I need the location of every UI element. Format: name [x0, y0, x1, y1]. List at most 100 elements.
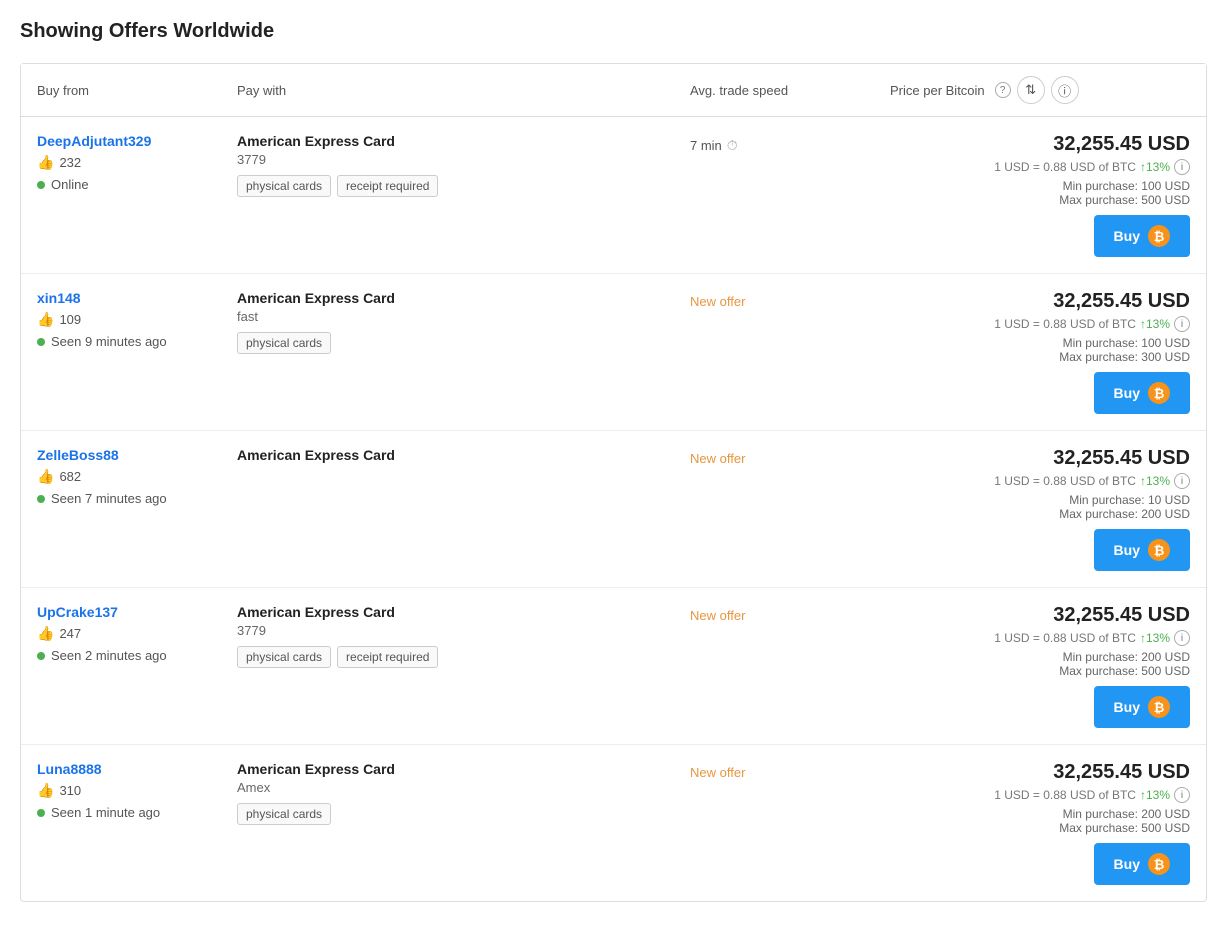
pay-with-col: American Express Card3779physical cardsr…: [237, 604, 690, 668]
seller-likes: 👍682: [37, 468, 237, 485]
min-purchase: Min purchase: 10 USD: [890, 493, 1190, 507]
offers-container: DeepAdjutant329👍232OnlineAmerican Expres…: [21, 117, 1206, 901]
seller-status: Seen 2 minutes ago: [37, 648, 237, 663]
seller-name[interactable]: xin148: [37, 290, 81, 306]
price-help-icon[interactable]: ?: [995, 82, 1011, 98]
purchase-limits: Min purchase: 200 USDMax purchase: 500 U…: [890, 807, 1190, 835]
pay-tag: physical cards: [237, 175, 331, 197]
table-row: xin148👍109Seen 9 minutes agoAmerican Exp…: [21, 274, 1206, 431]
price-amount: 32,255.45 USD: [890, 290, 1190, 313]
new-offer-badge: New offer: [690, 294, 890, 309]
seller-col: xin148👍109Seen 9 minutes ago: [37, 290, 237, 349]
rate-text: 1 USD = 0.88 USD of BTC: [994, 317, 1136, 331]
price-amount: 32,255.45 USD: [890, 447, 1190, 470]
table-row: Luna8888👍310Seen 1 minute agoAmerican Ex…: [21, 745, 1206, 901]
buy-button[interactable]: Buy₿: [1094, 372, 1190, 414]
seller-name[interactable]: Luna8888: [37, 761, 102, 777]
max-purchase: Max purchase: 500 USD: [890, 193, 1190, 207]
rate-info-icon[interactable]: i: [1174, 159, 1190, 175]
rate-text: 1 USD = 0.88 USD of BTC: [994, 631, 1136, 645]
header-buy-from: Buy from: [37, 83, 237, 98]
btc-icon: ₿: [1148, 696, 1170, 718]
status-text: Seen 1 minute ago: [51, 805, 160, 820]
pay-method: American Express Card: [237, 133, 690, 149]
seller-status: Seen 9 minutes ago: [37, 334, 237, 349]
thumb-icon: 👍: [37, 625, 54, 642]
buy-button[interactable]: Buy₿: [1094, 529, 1190, 571]
thumb-icon: 👍: [37, 154, 54, 171]
likes-count: 247: [59, 626, 81, 641]
pay-tags: physical cards: [237, 803, 690, 825]
seller-name[interactable]: UpCrake137: [37, 604, 118, 620]
price-col: 32,255.45 USD1 USD = 0.88 USD of BTC↑13%…: [890, 761, 1190, 885]
price-rate: 1 USD = 0.88 USD of BTC ↑13% i: [890, 316, 1190, 332]
status-dot: [37, 495, 45, 503]
rate-info-icon[interactable]: i: [1174, 316, 1190, 332]
buy-row: Buy₿: [890, 372, 1190, 414]
pay-method: American Express Card: [237, 604, 690, 620]
pay-description: 3779: [237, 152, 690, 167]
btc-icon: ₿: [1148, 539, 1170, 561]
likes-count: 682: [59, 469, 81, 484]
price-change: ↑13%: [1140, 631, 1170, 645]
buy-row: Buy₿: [890, 215, 1190, 257]
new-offer-badge: New offer: [690, 608, 890, 623]
sort-icon[interactable]: ⇅: [1017, 76, 1045, 104]
max-purchase: Max purchase: 500 USD: [890, 664, 1190, 678]
btc-icon: ₿: [1148, 382, 1170, 404]
pay-tag: physical cards: [237, 332, 331, 354]
new-offer-badge: New offer: [690, 765, 890, 780]
price-amount: 32,255.45 USD: [890, 133, 1190, 156]
buy-button[interactable]: Buy₿: [1094, 215, 1190, 257]
pay-description: Amex: [237, 780, 690, 795]
buy-row: Buy₿: [890, 529, 1190, 571]
seller-status: Online: [37, 177, 237, 192]
price-change: ↑13%: [1140, 474, 1170, 488]
purchase-limits: Min purchase: 100 USDMax purchase: 300 U…: [890, 336, 1190, 364]
price-amount: 32,255.45 USD: [890, 604, 1190, 627]
table-row: DeepAdjutant329👍232OnlineAmerican Expres…: [21, 117, 1206, 274]
page-title: Showing Offers Worldwide: [20, 20, 1207, 43]
pay-tag: receipt required: [337, 646, 438, 668]
seller-likes: 👍 247: [37, 625, 237, 642]
rate-info-icon[interactable]: i: [1174, 787, 1190, 803]
seller-name[interactable]: ZelleBoss88: [37, 447, 119, 463]
min-purchase: Min purchase: 200 USD: [890, 650, 1190, 664]
thumb-icon: 👍: [37, 782, 54, 799]
pay-method: American Express Card: [237, 761, 690, 777]
status-text: Seen 9 minutes ago: [51, 334, 167, 349]
clock-icon: ⏱: [727, 137, 738, 154]
header-pay-with: Pay with: [237, 83, 690, 98]
price-change: ↑13%: [1140, 788, 1170, 802]
trade-speed: 7 min⏱: [690, 137, 890, 154]
btc-icon: ₿: [1148, 225, 1170, 247]
price-col: 32,255.45 USD 1 USD = 0.88 USD of BTC ↑13%…: [890, 447, 1190, 571]
seller-col: UpCrake137 👍 247 Seen 2 minutes ago: [37, 604, 237, 663]
rate-text: 1 USD = 0.88 USD of BTC: [994, 474, 1136, 488]
status-dot: [37, 338, 45, 346]
info-icon-btn[interactable]: ⓘ: [1051, 76, 1079, 104]
rate-info-icon[interactable]: i: [1174, 473, 1190, 489]
buy-button[interactable]: Buy₿: [1094, 843, 1190, 885]
offers-table: Buy from Pay with Avg. trade speed Price…: [20, 63, 1207, 902]
status-text: Seen 7 minutes ago: [51, 491, 167, 506]
buy-button[interactable]: Buy₿: [1094, 686, 1190, 728]
price-rate: 1 USD = 0.88 USD of BTC ↑13% i: [890, 473, 1190, 489]
min-purchase: Min purchase: 100 USD: [890, 336, 1190, 350]
rate-info-icon[interactable]: i: [1174, 630, 1190, 646]
pay-with-col: American Express Card Amex physical cards: [237, 761, 690, 825]
price-change: ↑13%: [1140, 317, 1170, 331]
purchase-limits: Min purchase: 100 USDMax purchase: 500 U…: [890, 179, 1190, 207]
price-col: 32,255.45 USD1 USD = 0.88 USD of BTC↑13%…: [890, 133, 1190, 257]
pay-tags: physical cardsreceipt required: [237, 646, 690, 668]
min-purchase: Min purchase: 200 USD: [890, 807, 1190, 821]
header-sort-icons: ⇅ ⓘ: [1017, 76, 1079, 104]
seller-name[interactable]: DeepAdjutant329: [37, 133, 151, 149]
status-text: Online: [51, 177, 89, 192]
btc-icon: ₿: [1148, 853, 1170, 875]
likes-count: 109: [59, 312, 81, 327]
header-trade-speed: Avg. trade speed: [690, 83, 890, 98]
table-row: ZelleBoss88👍682Seen 7 minutes agoAmerica…: [21, 431, 1206, 588]
status-dot: [37, 181, 45, 189]
header-price: Price per Bitcoin ? ⇅ ⓘ: [890, 76, 1190, 104]
